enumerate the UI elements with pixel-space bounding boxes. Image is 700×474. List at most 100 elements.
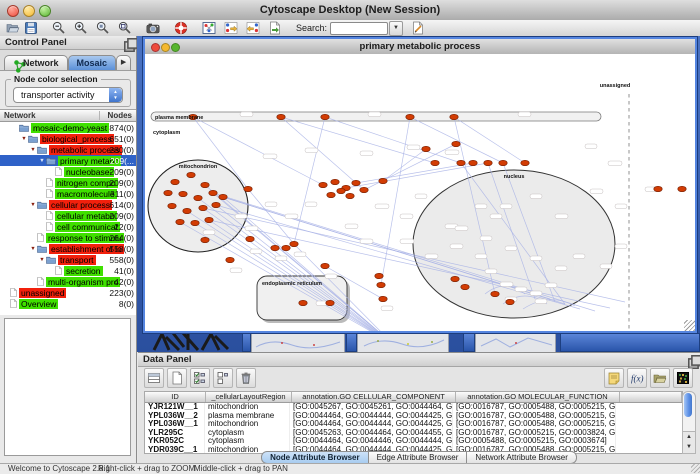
- window-minimize-icon[interactable]: [161, 43, 170, 52]
- network-node[interactable]: [431, 160, 439, 165]
- function-builder-icon[interactable]: f(x): [627, 368, 647, 388]
- window-close-icon[interactable]: [151, 43, 160, 52]
- network-canvas[interactable]: plasma membranecytoplasmmitochondrionnuc…: [145, 54, 695, 331]
- table-row[interactable]: YPL036W__2plasma membrane[GO:0044464, GO…: [145, 412, 682, 421]
- attribute-note-icon[interactable]: [604, 368, 624, 388]
- expand-arrow-icon[interactable]: ▼: [29, 202, 37, 208]
- network-node[interactable]: [183, 208, 191, 213]
- network-node[interactable]: [451, 276, 459, 281]
- tree-row[interactable]: nitrogen compo209(0): [0, 177, 136, 188]
- tree-row[interactable]: macromolecule311(0): [0, 188, 136, 199]
- network-node[interactable]: [299, 300, 307, 305]
- network-node[interactable]: [360, 187, 368, 192]
- network-node[interactable]: [457, 160, 465, 165]
- network-node[interactable]: [164, 190, 172, 195]
- network-node[interactable]: [226, 257, 234, 262]
- hide-selected-icon[interactable]: [224, 21, 238, 35]
- network-node[interactable]: [199, 205, 207, 210]
- network-node[interactable]: [168, 203, 176, 208]
- network-node[interactable]: [290, 241, 298, 246]
- tree-row[interactable]: ▼metabolic process280(0): [0, 144, 136, 155]
- expand-arrow-icon[interactable]: ▼: [20, 136, 28, 142]
- network-node[interactable]: [346, 193, 354, 198]
- graphics-details-icon[interactable]: [202, 21, 216, 35]
- network-node[interactable]: [337, 188, 345, 193]
- zoom-in-icon[interactable]: [74, 21, 88, 35]
- network-node[interactable]: [506, 299, 514, 304]
- window-zoom-icon[interactable]: [171, 43, 180, 52]
- network-node[interactable]: [379, 296, 387, 301]
- network-node[interactable]: [352, 180, 360, 185]
- network-window-titlebar[interactable]: primary metabolic process: [145, 39, 695, 55]
- delete-attribute-icon[interactable]: [236, 368, 256, 388]
- network-node[interactable]: [205, 217, 213, 222]
- expand-arrow-icon[interactable]: ▼: [29, 246, 37, 252]
- tree-row[interactable]: response to stimulu264(0): [0, 232, 136, 243]
- tree-row[interactable]: secretion41(0): [0, 265, 136, 276]
- tree-row[interactable]: ▼transport558(0): [0, 254, 136, 265]
- network-node[interactable]: [176, 219, 184, 224]
- window-resize-grip[interactable]: [684, 320, 695, 331]
- birds-eye-view[interactable]: [4, 318, 131, 456]
- network-node[interactable]: [201, 237, 209, 242]
- tree-row[interactable]: Overview8(0): [0, 298, 136, 309]
- zoom-selected-region-icon[interactable]: [96, 21, 110, 35]
- network-node[interactable]: [201, 182, 209, 187]
- network-node[interactable]: [678, 186, 686, 191]
- snapshot-camera-icon[interactable]: [146, 21, 160, 35]
- background-window-frame[interactable]: [242, 333, 251, 352]
- tree-row[interactable]: ▼establishment of lo558(0): [0, 243, 136, 254]
- network-node[interactable]: [491, 291, 499, 296]
- scrollbar-thumb[interactable]: [684, 393, 692, 417]
- table-row[interactable]: YLR295Ccytoplasm[GO:0045263, GO:0044464,…: [145, 429, 682, 438]
- background-window-frame[interactable]: [463, 333, 475, 352]
- show-all-icon[interactable]: [246, 21, 260, 35]
- background-window-frame[interactable]: [560, 333, 700, 352]
- fit-content-icon[interactable]: [118, 21, 132, 35]
- network-node[interactable]: [179, 191, 187, 196]
- network-node[interactable]: [212, 202, 220, 207]
- network-node[interactable]: [187, 172, 195, 177]
- unselect-all-attributes-icon[interactable]: [213, 368, 233, 388]
- network-node[interactable]: [521, 160, 529, 165]
- network-node[interactable]: [375, 273, 383, 278]
- select-all-attributes-icon[interactable]: [190, 368, 210, 388]
- tree-row[interactable]: unassigned223(0): [0, 287, 136, 298]
- network-node[interactable]: [461, 284, 469, 289]
- network-node[interactable]: [246, 236, 254, 241]
- network-node[interactable]: [484, 160, 492, 165]
- search-input[interactable]: [330, 22, 388, 35]
- network-node[interactable]: [654, 186, 662, 191]
- minimize-button[interactable]: [23, 5, 35, 17]
- tree-row[interactable]: cellular metabo209(0): [0, 210, 136, 221]
- expand-arrow-icon[interactable]: ▼: [29, 147, 37, 153]
- background-window-frame[interactable]: [346, 333, 357, 352]
- open-session-icon[interactable]: [6, 21, 20, 35]
- node-color-dropdown[interactable]: transporter activity ▲▼: [13, 87, 123, 103]
- tree-row[interactable]: ▼cellular process614(0): [0, 199, 136, 210]
- network-node[interactable]: [469, 160, 477, 165]
- network-node[interactable]: [277, 114, 285, 119]
- expand-arrow-icon[interactable]: ▼: [38, 158, 46, 164]
- tab-mosaic[interactable]: Mosaic: [68, 55, 117, 70]
- tree-row[interactable]: ▼biological_process651(0): [0, 133, 136, 144]
- tree-row[interactable]: ▼primary metabo209(...: [0, 155, 136, 166]
- network-node[interactable]: [319, 182, 327, 187]
- annotation-icon[interactable]: [411, 21, 425, 35]
- import-attributes-icon[interactable]: [650, 368, 670, 388]
- search-dropdown-arrow-icon[interactable]: ▼: [389, 21, 403, 36]
- background-window-sliver[interactable]: [251, 333, 345, 352]
- network-node[interactable]: [271, 245, 279, 250]
- network-node[interactable]: [331, 179, 339, 184]
- table-column-header[interactable]: ID: [145, 392, 206, 402]
- tree-row[interactable]: nucleobase-209(0): [0, 166, 136, 177]
- float-panel-icon[interactable]: [124, 38, 133, 47]
- table-row[interactable]: YPL036W__1mitochondrion[GO:0044464, GO:0…: [145, 420, 682, 429]
- background-window-sliver[interactable]: [475, 333, 556, 352]
- help-lifering-icon[interactable]: [174, 21, 188, 35]
- tree-row[interactable]: mosaic-demo-yeast874(0): [0, 122, 136, 133]
- network-node[interactable]: [194, 195, 202, 200]
- zoom-out-icon[interactable]: [52, 21, 66, 35]
- background-window-sliver[interactable]: [357, 333, 449, 352]
- network-node[interactable]: [450, 114, 458, 119]
